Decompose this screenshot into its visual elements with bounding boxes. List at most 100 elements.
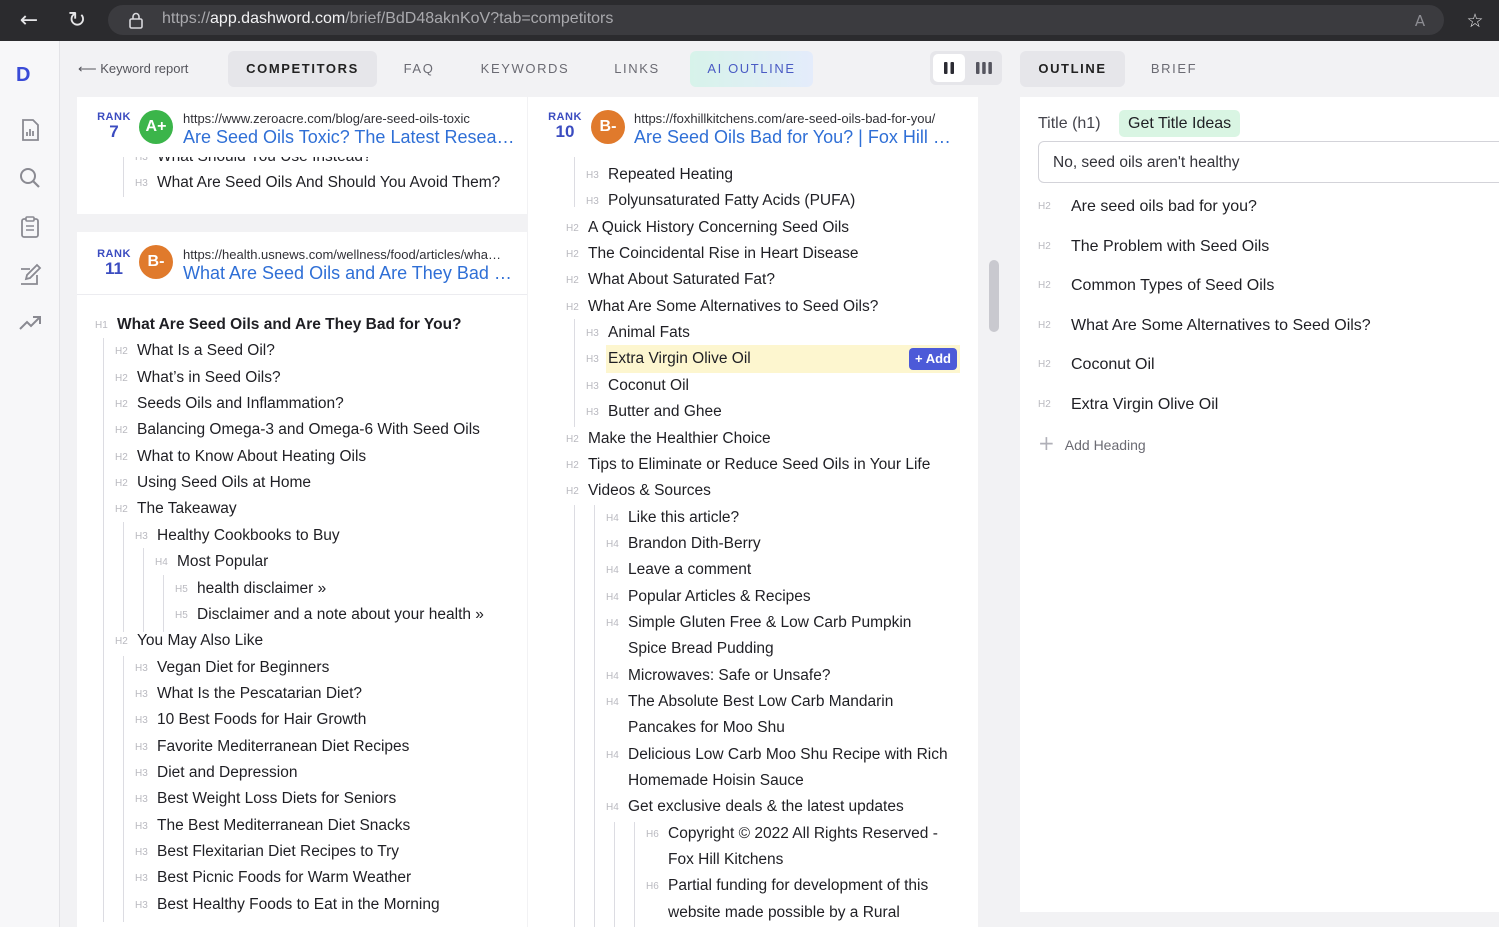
back-to-keyword-report-link[interactable]: ⟵ Keyword report [78,61,188,77]
heading-text: Make the Healthier Choice [588,429,771,447]
competitor-heading-row[interactable]: H2 The Coincidental Rise in Heart Disease [528,241,978,267]
competitor-heading-row[interactable]: H3 Repeated Heating [528,162,978,188]
heading-level-label: H3 [135,873,148,885]
heading-level-label: H2 [566,433,579,445]
competitor-heading-row[interactable]: H3 Best Picnic Foods for Warm Weather [77,865,527,891]
competitor-heading-row[interactable]: H2 A Quick History Concerning Seed Oils [528,215,978,241]
competitor-heading-row[interactable]: H4 Most Popular [77,549,527,575]
competitor-heading-row[interactable]: H5 Disclaimer and a note about your healt… [77,602,527,628]
tab-outline[interactable]: OUTLINE [1020,51,1125,87]
add-heading-to-outline-button[interactable]: + Add [909,348,957,371]
competitor-heading-row[interactable]: H2 Videos & Sources [528,478,978,504]
competitor-heading-row[interactable]: H4 Brandon Dith-Berry [528,531,978,557]
heading-level-label: H2 [1038,359,1051,371]
competitor-heading-row[interactable]: H4 Delicious Low Carb Moo Shu Recipe with… [528,742,978,768]
competitor-heading-row[interactable]: H3 Best Healthy Foods to Eat in the Morni… [77,892,527,918]
competitor-heading-row[interactable]: H3 Polyunsaturated Fatty Acids (PUFA) [528,188,978,214]
competitor-title-link[interactable]: Are Seed Oils Toxic? The Latest Research [183,127,515,148]
competitor-heading-row[interactable]: H3 Favorite Mediterranean Diet Recipes [77,734,527,760]
competitor-heading-row[interactable]: H1 What Are Seed Oils and Are They Bad fo… [77,312,527,338]
competitor-heading-row[interactable]: H4 Like this article? [528,505,978,531]
competitor-heading-row[interactable]: H2 Balancing Omega-3 and Omega-6 With See… [77,417,527,443]
heading-text: Like this article? [628,508,740,526]
competitor-heading-row[interactable]: H3 Vegan Diet for Beginners [77,655,527,681]
outline-heading-text[interactable]: The Problem with Seed Oils [1071,233,1269,261]
tab-links[interactable]: LINKS [600,51,674,87]
heading-text: Extra Virgin Olive Oil [608,350,751,368]
outline-heading-text[interactable]: Coconut Oil [1071,351,1155,379]
competitor-heading-row[interactable]: H2 What’s in Seed Oils? [77,365,527,391]
competitor-title-link[interactable]: Are Seed Oils Bad for You? | Fox Hill Ki… [634,127,960,148]
competitor-heading-row[interactable]: H2 Make the Healthier Choice [528,426,978,452]
title-input[interactable]: No, seed oils aren't healthy [1038,141,1499,183]
search-icon[interactable] [17,165,43,191]
heading-level-label: H2 [115,399,128,411]
tab-competitors[interactable]: COMPETITORS [228,51,377,87]
competitor-heading-row[interactable]: H3 Coconut Oil [528,373,978,399]
competitor-heading-row[interactable]: H6 Copyright © 2022 All Rights Reserved - [528,821,978,847]
competitor-heading-row[interactable]: H4 Get exclusive deals & the latest updat… [528,794,978,820]
competitor-heading-row[interactable]: H2 What Is a Seed Oil? [77,338,527,364]
competitor-url: https://foxhillkitchens.com/are-seed-oil… [634,111,936,126]
heading-text: Coconut Oil [608,376,689,394]
outline-heading-text[interactable]: Extra Virgin Olive Oil [1071,391,1218,419]
competitor-heading-row[interactable]: H2 Tips to Eliminate or Reduce Seed Oils … [528,452,978,478]
competitor-heading-row[interactable]: H2 Seeds Oils and Inflammation? [77,391,527,417]
competitor-heading-row[interactable]: H3 Healthy Cookbooks to Buy [77,523,527,549]
trending-icon[interactable] [17,310,43,336]
competitor-heading-row[interactable]: H4 Microwaves: Safe or Unsafe? [528,663,978,689]
competitor-heading-row[interactable]: H2 What Are Some Alternatives to Seed Oil… [528,294,978,320]
competitor-heading-row[interactable]: H2 You May Also Like [77,628,527,654]
read-aloud-icon[interactable]: A [1407,8,1433,34]
tab-ai-outline[interactable]: AI OUTLINE [690,51,813,87]
competitor-heading-row[interactable]: H3 Best Flexitarian Diet Recipes to Try [77,839,527,865]
competitor-heading-row[interactable]: H3 10 Best Foods for Hair Growth [77,707,527,733]
edit-icon[interactable] [17,262,43,288]
heading-level-label: H4 [606,565,619,577]
competitor-heading-row[interactable]: H4 Simple Gluten Free & Low Carb Pumpkin [528,610,978,636]
competitor-heading-row[interactable]: H2 Using Seed Oils at Home [77,470,527,496]
heading-text: Best Picnic Foods for Warm Weather [157,869,412,887]
app-logo[interactable]: D [16,64,30,87]
divider [77,294,527,295]
heading-text: 10 Best Foods for Hair Growth [157,711,367,729]
tab-faq[interactable]: FAQ [385,51,453,87]
two-column-layout-button[interactable] [933,54,965,82]
back-arrow-icon[interactable]: ← [16,8,42,34]
competitor-heading-row[interactable]: H5 health disclaimer » [77,576,527,602]
outline-heading-text[interactable]: Common Types of Seed Oils [1071,272,1274,300]
competitor-heading-row[interactable]: H2 The Takeaway [77,496,527,522]
layout-toggle [930,51,1002,85]
outline-heading-text[interactable]: Are seed oils bad for you? [1071,193,1257,221]
heading-text: Microwaves: Safe or Unsafe? [628,666,831,684]
competitor-heading-row[interactable]: H4 Popular Articles & Recipes [528,584,978,610]
competitor-heading-row[interactable]: H3 What Is the Pescatarian Diet? [77,681,527,707]
reload-icon[interactable]: ↻ [64,8,90,34]
tab-brief[interactable]: BRIEF [1136,51,1212,87]
outline-heading-text[interactable]: What Are Some Alternatives to Seed Oils? [1071,312,1371,340]
get-title-ideas-button[interactable]: Get Title Ideas [1119,110,1241,137]
tab-keywords[interactable]: KEYWORDS [468,51,582,87]
competitor-heading-row[interactable]: H4 The Absolute Best Low Carb Mandarin [528,689,978,715]
favorites-icon[interactable]: ☆ [1462,8,1488,34]
competitor-heading-row[interactable]: H3 Animal Fats [528,320,978,346]
competitor-heading-row[interactable]: H3 Diet and Depression [77,760,527,786]
add-heading-button[interactable]: + Add Heading [1038,433,1146,453]
competitor-heading-row[interactable]: H6 Partial funding for development of thi… [528,873,978,899]
competitor-heading-row[interactable]: H2 What to Know About Heating Oils [77,444,527,470]
clipboard-icon[interactable] [17,214,43,240]
heading-level-label: H2 [566,301,579,313]
heading-text: Brandon Dith-Berry [628,534,761,552]
competitor-heading-row[interactable]: H3 What Are Seed Oils And Should You Avoi… [77,170,527,196]
competitor-heading-row[interactable]: H4 Leave a comment [528,557,978,583]
competitor-heading-row[interactable]: H2 What About Saturated Fat? [528,267,978,293]
competitor-heading-row[interactable]: H3 The Best Mediterranean Diet Snacks [77,813,527,839]
three-column-layout-button[interactable] [968,54,1000,82]
nesting-guide [123,157,124,197]
rank-badge: RANK 10 [548,111,582,141]
report-icon[interactable] [17,117,43,143]
competitor-heading-row[interactable]: H3 Best Weight Loss Diets for Seniors [77,786,527,812]
scrollbar-thumb[interactable] [989,260,999,332]
competitor-title-link[interactable]: What Are Seed Oils and Are They Bad for … [183,263,515,284]
competitor-heading-row[interactable]: H3 Butter and Ghee [528,399,978,425]
